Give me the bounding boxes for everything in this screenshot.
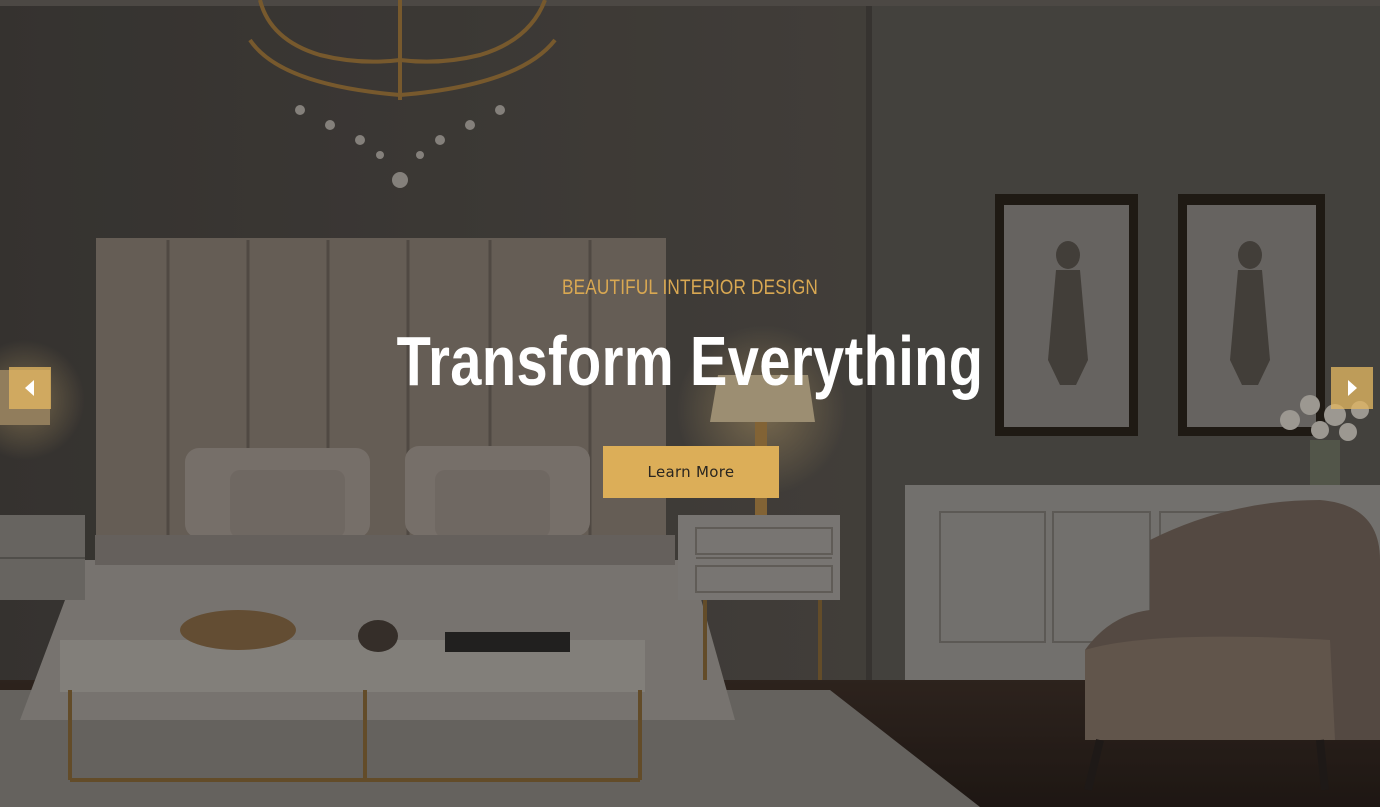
hero-slider: BEAUTIFUL INTERIOR DESIGN Transform Ever… — [0, 0, 1380, 807]
hero-headline: Transform Everything — [396, 322, 984, 400]
chevron-right-icon — [1348, 380, 1357, 396]
hero-eyebrow-text: BEAUTIFUL INTERIOR DESIGN — [561, 276, 819, 299]
learn-more-button[interactable]: Learn More — [603, 446, 779, 498]
slider-prev-button[interactable] — [9, 367, 51, 409]
chevron-left-icon — [25, 380, 34, 396]
slider-next-button[interactable] — [1331, 367, 1373, 409]
